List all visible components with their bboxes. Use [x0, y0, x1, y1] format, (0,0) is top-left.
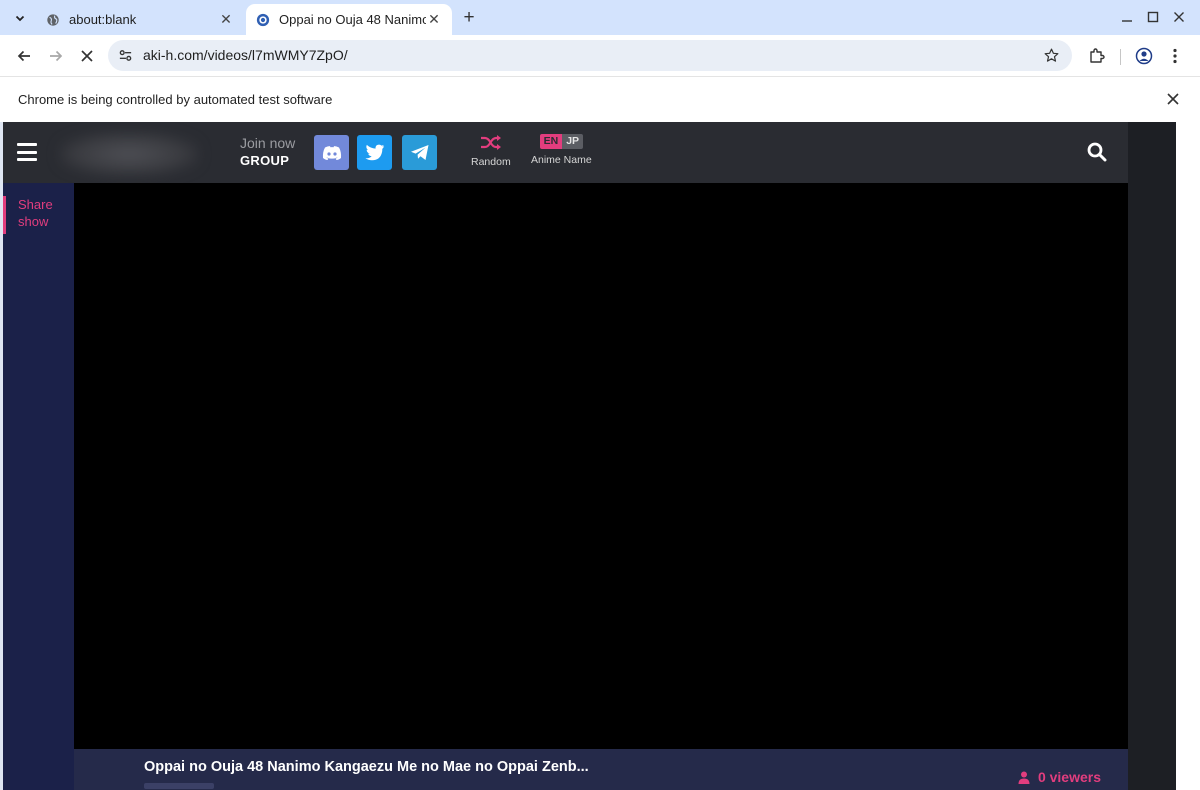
- browser-toolbar: aki-h.com/videos/l7mWMY7ZpO/: [0, 35, 1200, 76]
- close-icon: [1174, 12, 1184, 22]
- automation-infobar: Chrome is being controlled by automated …: [0, 76, 1200, 122]
- anime-name-language-toggle[interactable]: EN JP Anime Name: [531, 134, 592, 166]
- back-button[interactable]: [12, 44, 36, 68]
- arrow-left-icon: [17, 50, 30, 62]
- globe-icon: [47, 13, 59, 26]
- discord-icon: [322, 145, 341, 160]
- close-icon: [81, 50, 93, 62]
- automation-message: Chrome is being controlled by automated …: [18, 92, 333, 107]
- close-window-button[interactable]: [1171, 9, 1187, 25]
- site-logo[interactable]: [59, 132, 199, 176]
- language-switch[interactable]: EN JP: [539, 134, 584, 149]
- group-text: GROUP: [240, 153, 290, 168]
- close-tab-icon[interactable]: ✕: [426, 11, 442, 28]
- close-icon[interactable]: [1166, 92, 1180, 106]
- page-right-gutter: [1128, 122, 1176, 790]
- toolbar-divider: [1120, 49, 1121, 65]
- new-tab-button[interactable]: +: [458, 7, 480, 29]
- viewers-text: 0 viewers: [1037, 769, 1101, 785]
- browser-menu-button[interactable]: [1165, 46, 1185, 66]
- vertical-scrollbar[interactable]: [1176, 122, 1200, 790]
- search-icon[interactable]: [1087, 142, 1107, 162]
- close-tab-icon[interactable]: ✕: [218, 11, 234, 28]
- maximize-button[interactable]: [1145, 9, 1161, 25]
- arrow-right-icon: [50, 50, 63, 62]
- viewer-count: 0 viewers: [1018, 769, 1101, 785]
- discord-button[interactable]: [314, 135, 349, 170]
- browser-tab-strip: about:blank ✕ Oppai no Ouja 48 Nanimo Ka…: [0, 0, 1200, 35]
- lang-jp-option[interactable]: JP: [562, 134, 584, 149]
- tab-title: Oppai no Ouja 48 Nanimo Kangaezu Me no M…: [279, 12, 426, 27]
- stop-loading-button[interactable]: [75, 44, 99, 68]
- left-sidebar: Share show: [3, 183, 74, 790]
- anime-name-label: Anime Name: [531, 154, 592, 166]
- site-header: Join now GROUP Random EN JP Anime Name: [3, 122, 1128, 183]
- extensions-button[interactable]: [1087, 46, 1107, 66]
- address-bar[interactable]: aki-h.com/videos/l7mWMY7ZpO/: [108, 40, 1072, 71]
- lang-en-option[interactable]: EN: [539, 134, 563, 149]
- telegram-icon: [410, 145, 428, 160]
- maximize-icon: [1147, 11, 1159, 23]
- shuffle-icon: [480, 135, 501, 150]
- video-title: Oppai no Ouja 48 Nanimo Kangaezu Me no M…: [144, 759, 589, 775]
- puzzle-icon: [1090, 48, 1105, 63]
- page-viewport: Join now GROUP Random EN JP Anime Name S…: [3, 122, 1176, 790]
- tab-about-blank[interactable]: about:blank ✕: [36, 4, 244, 35]
- video-subtitle-placeholder: [144, 783, 214, 789]
- site-favicon-icon: [256, 13, 270, 26]
- url-text[interactable]: aki-h.com/videos/l7mWMY7ZpO/: [143, 47, 348, 63]
- join-now-text: Join now: [240, 135, 296, 151]
- minimize-button[interactable]: [1119, 9, 1135, 25]
- twitter-button[interactable]: [357, 135, 392, 170]
- share-show-button[interactable]: Share show: [3, 196, 74, 234]
- account-icon: [1135, 47, 1153, 65]
- random-button[interactable]: Random: [471, 134, 511, 168]
- kebab-menu-icon: [1173, 48, 1177, 64]
- show-label: show: [18, 214, 49, 229]
- share-label: Share: [18, 197, 53, 212]
- tab-current-video[interactable]: Oppai no Ouja 48 Nanimo Kangaezu Me no M…: [246, 4, 452, 35]
- random-label: Random: [471, 156, 511, 168]
- tab-search-button[interactable]: [9, 7, 31, 29]
- tab-title: about:blank: [69, 12, 137, 27]
- bookmark-star-icon[interactable]: [1043, 47, 1060, 64]
- hamburger-menu-icon[interactable]: [17, 143, 37, 161]
- video-player[interactable]: [74, 183, 1128, 749]
- profile-button[interactable]: [1134, 46, 1154, 66]
- video-info-bar: Oppai no Ouja 48 Nanimo Kangaezu Me no M…: [74, 749, 1128, 790]
- user-icon: [1018, 771, 1030, 784]
- twitter-icon: [364, 144, 384, 161]
- join-group-link[interactable]: Join now GROUP: [240, 134, 295, 170]
- forward-button[interactable]: [44, 44, 68, 68]
- site-settings-icon[interactable]: [118, 48, 133, 63]
- minimize-icon: [1122, 20, 1132, 22]
- chevron-down-icon: [15, 15, 25, 22]
- telegram-button[interactable]: [402, 135, 437, 170]
